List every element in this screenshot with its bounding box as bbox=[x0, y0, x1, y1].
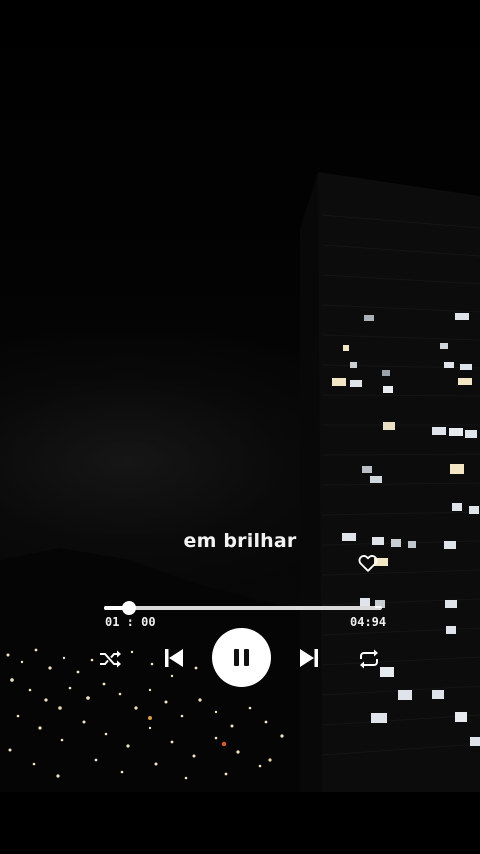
screen: em brilhar 01 : 00 04:94 bbox=[0, 0, 480, 854]
repeat-button[interactable] bbox=[356, 646, 382, 672]
seek-bar-knob[interactable] bbox=[122, 601, 137, 615]
repeat-icon bbox=[360, 649, 378, 669]
bottom-letterbox bbox=[0, 792, 480, 854]
seek-bar[interactable] bbox=[104, 601, 382, 615]
pause-icon-bar bbox=[244, 649, 249, 666]
tower-building bbox=[300, 172, 480, 792]
heart-icon bbox=[358, 555, 378, 572]
next-button[interactable] bbox=[297, 646, 321, 670]
pause-button[interactable] bbox=[212, 628, 271, 687]
elapsed-time: 01 : 00 bbox=[105, 615, 156, 629]
previous-button[interactable] bbox=[162, 646, 186, 670]
total-time: 04:94 bbox=[350, 615, 387, 629]
shuffle-button[interactable] bbox=[97, 646, 123, 672]
skip-previous-icon bbox=[165, 649, 183, 667]
shuffle-icon bbox=[100, 650, 121, 668]
skip-next-icon bbox=[300, 649, 318, 667]
like-button[interactable] bbox=[357, 552, 379, 574]
lyric-line: em brilhar bbox=[183, 530, 297, 552]
pause-icon bbox=[234, 649, 239, 666]
